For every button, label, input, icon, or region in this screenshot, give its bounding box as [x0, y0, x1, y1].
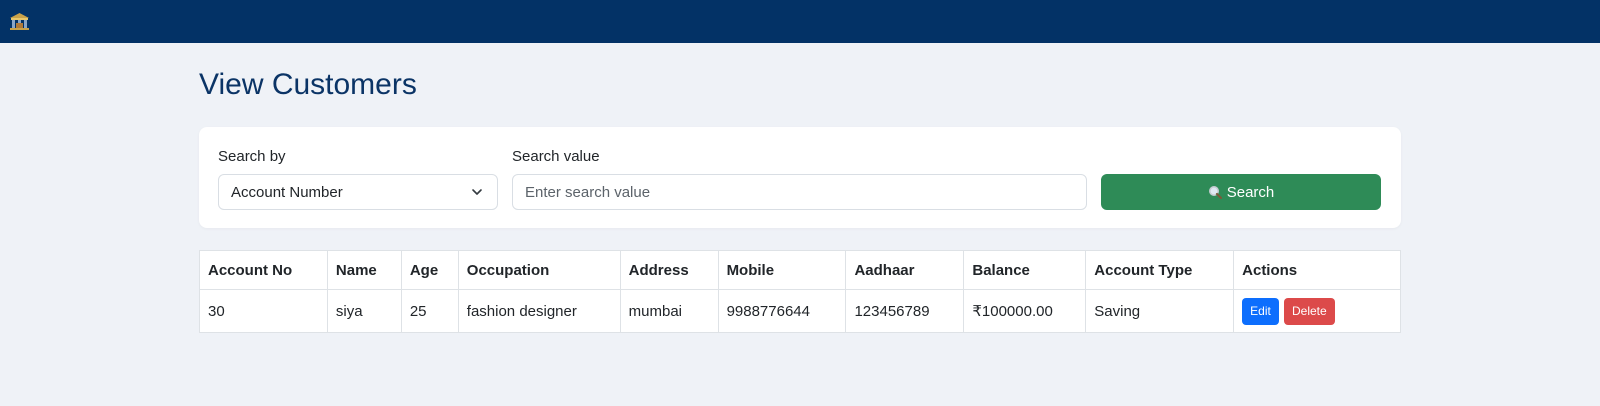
main-content: View Customers Search by Account Number … — [199, 43, 1401, 333]
page-title: View Customers — [199, 68, 417, 101]
column-header-occupation: Occupation — [457, 250, 621, 290]
customers-table-container: Account No Name Age Occupation Address M… — [199, 250, 1401, 333]
column-header-account-no: Account No — [199, 250, 328, 290]
chevron-down-icon — [472, 189, 482, 195]
search-button[interactable]: Search — [1101, 174, 1381, 210]
search-by-select[interactable]: Account Number — [218, 174, 498, 210]
search-value-input[interactable] — [512, 174, 1087, 210]
bank-building-icon[interactable] — [9, 12, 30, 31]
table-row: 30 siya 25 fashion designer mumbai 99887… — [199, 289, 1401, 333]
column-header-age: Age — [400, 250, 459, 290]
column-header-account-type: Account Type — [1085, 250, 1235, 290]
column-header-balance: Balance — [963, 250, 1087, 290]
edit-button[interactable]: Edit — [1242, 297, 1279, 325]
cell-name: siya — [326, 289, 402, 333]
cell-aadhaar: 123456789 — [845, 289, 965, 333]
top-navbar — [0, 0, 1600, 43]
search-panel: Search by Account Number Search value Se… — [199, 127, 1401, 228]
column-header-name: Name — [326, 250, 402, 290]
table-header-row: Account No Name Age Occupation Address M… — [199, 250, 1401, 290]
search-button-label: Search — [1226, 183, 1275, 201]
column-header-aadhaar: Aadhaar — [845, 250, 965, 290]
magnifier-icon — [1208, 186, 1222, 199]
cell-age: 25 — [400, 289, 459, 333]
column-header-address: Address — [619, 250, 719, 290]
search-by-selected-value: Account Number — [231, 183, 343, 201]
cell-mobile: 9988776644 — [717, 289, 847, 333]
column-header-mobile: Mobile — [717, 250, 847, 290]
cell-account-type: Saving — [1085, 289, 1235, 333]
customers-table: Account No Name Age Occupation Address M… — [199, 250, 1401, 333]
cell-account-no: 30 — [199, 289, 328, 333]
cell-address: mumbai — [619, 289, 719, 333]
cell-actions: Edit Delete — [1233, 289, 1401, 333]
column-header-actions: Actions — [1233, 250, 1401, 290]
cell-balance: ₹100000.00 — [963, 289, 1087, 333]
cell-occupation: fashion designer — [457, 289, 621, 333]
search-by-label: Search by — [218, 148, 286, 165]
delete-button[interactable]: Delete — [1284, 297, 1335, 325]
search-value-label: Search value — [512, 148, 600, 165]
